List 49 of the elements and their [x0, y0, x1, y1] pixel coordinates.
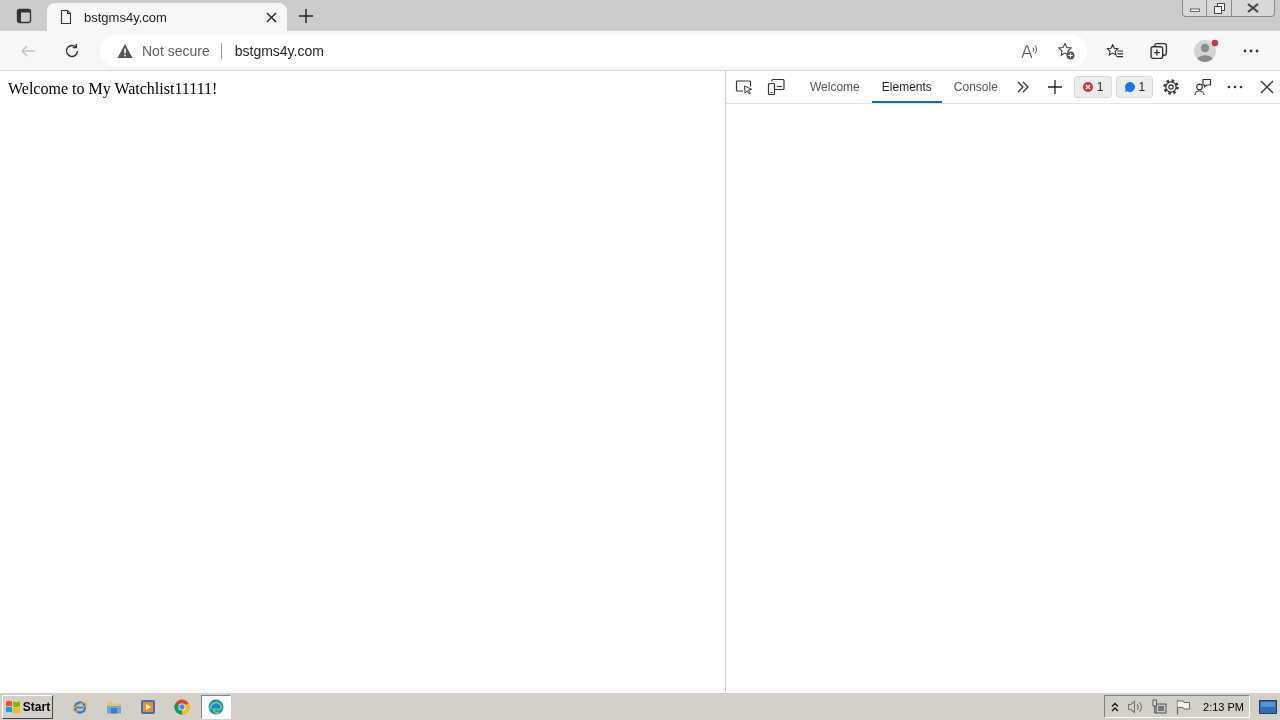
error-icon [1082, 82, 1093, 92]
play-icon [140, 698, 156, 715]
refresh-icon [64, 42, 80, 59]
swirl-logo-icon [208, 698, 224, 715]
browser-tab[interactable]: bstgms4y.com [47, 3, 287, 31]
page-icon [58, 9, 74, 25]
flag-icon[interactable] [1175, 698, 1192, 715]
message-icon [1124, 82, 1135, 92]
round-logo-icon [174, 698, 190, 715]
speaker-icon[interactable] [1127, 698, 1144, 715]
page-text: Welcome to My Watchlist11111! [8, 80, 218, 98]
error-count-button[interactable]: 1 [1073, 76, 1112, 98]
warning-icon [117, 42, 133, 59]
e-logo-icon [72, 698, 88, 715]
collections-icon [1150, 41, 1168, 60]
double-chevron-up-icon [1110, 700, 1119, 713]
tab-actions-icon [16, 8, 32, 24]
desktop-icon [1259, 699, 1277, 714]
network-icon[interactable] [1151, 698, 1168, 715]
close-icon [265, 11, 277, 23]
window-close-button[interactable] [1232, 0, 1275, 17]
message-count-button[interactable]: 1 [1115, 76, 1154, 98]
devtools-tab[interactable]: Console [943, 71, 1008, 103]
devtools-tab[interactable]: Welcome [800, 71, 870, 103]
clock-text[interactable]: 2:13 PM [1203, 700, 1244, 713]
taskbar-button[interactable] [201, 694, 231, 719]
feedback-icon [1194, 78, 1213, 96]
url-text: bstgms4y.com [234, 42, 324, 59]
devtools-tab[interactable]: Elements [871, 71, 942, 103]
settings-icon [1162, 78, 1181, 96]
star-list-icon [1106, 41, 1124, 60]
minimize-button[interactable] [1182, 0, 1207, 17]
start-button[interactable]: Start [2, 694, 53, 719]
restore-button[interactable] [1207, 0, 1232, 17]
restore-icon [1213, 2, 1225, 14]
address-bar[interactable]: Not secure bstgms4y.com [100, 35, 1087, 66]
inspect-icon [735, 78, 753, 96]
more-icon [1243, 48, 1259, 53]
star-plus-icon [1057, 41, 1075, 60]
close-icon [1247, 3, 1259, 13]
more-icon [1227, 85, 1244, 89]
site-info-button[interactable]: Not secure [117, 38, 210, 63]
avatar-icon [1193, 39, 1219, 62]
double-chevron-icon [1015, 80, 1030, 94]
devices-icon [767, 78, 785, 96]
plus-icon [1046, 79, 1063, 95]
windows-flag-icon [4, 698, 21, 715]
plus-icon [298, 8, 314, 24]
close-icon [1260, 80, 1275, 94]
